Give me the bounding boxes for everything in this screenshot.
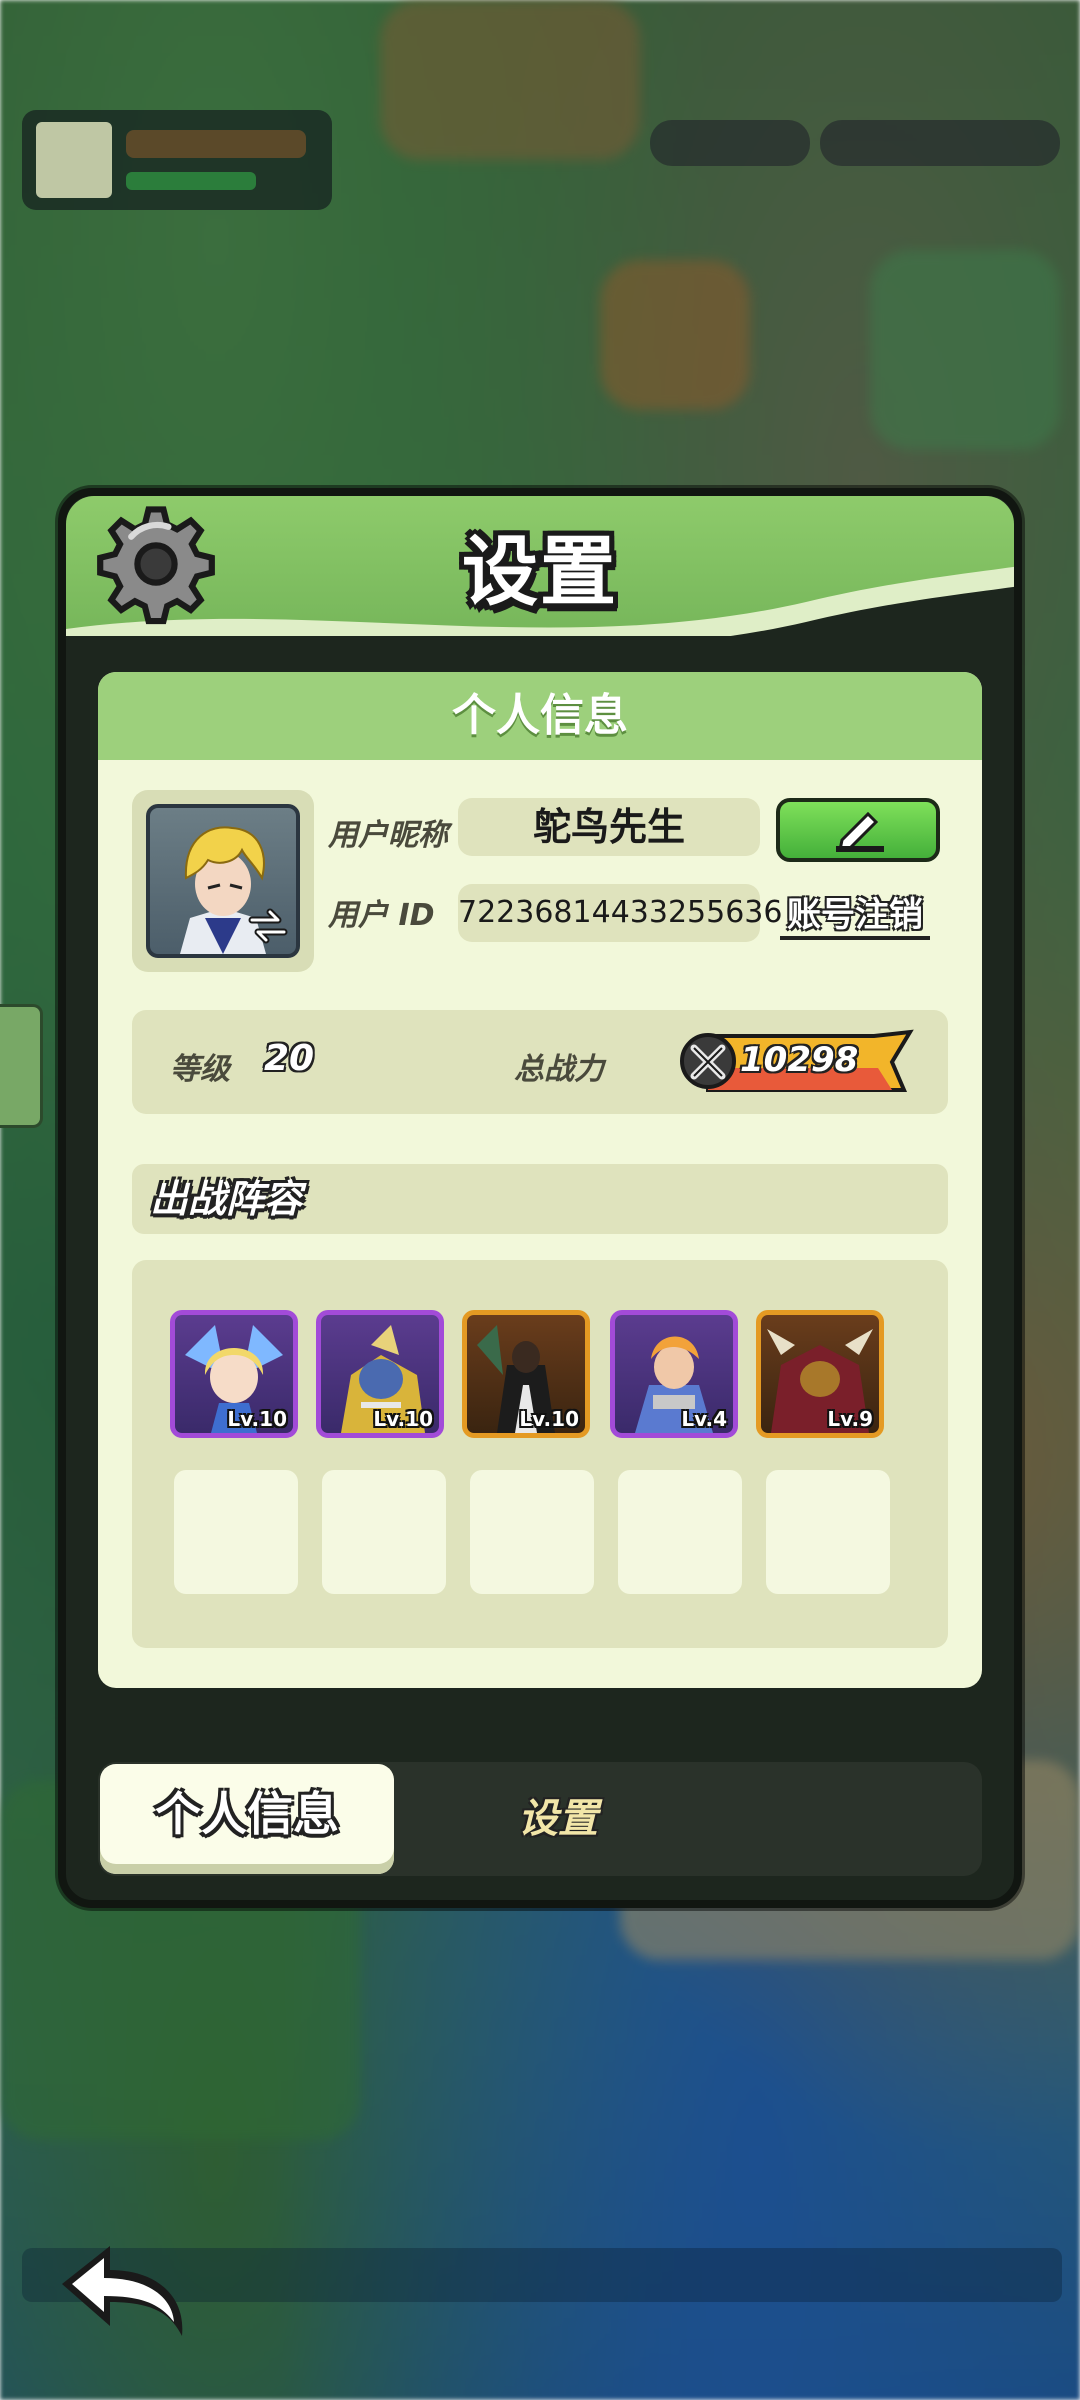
tab-personal-info[interactable]: 个人信息 <box>100 1764 394 1874</box>
hero-level: Lv.10 <box>519 1407 579 1431</box>
hud-name <box>126 130 306 158</box>
hud-exp-bar <box>126 172 256 190</box>
power-label: 总战力 <box>514 1052 604 1087</box>
map-building <box>380 0 640 160</box>
level-value: 20 <box>264 1038 315 1079</box>
hero-slot-4[interactable]: Lv.4 <box>610 1310 738 1438</box>
hud-avatar <box>36 122 112 198</box>
hero-level: Lv.10 <box>227 1407 287 1431</box>
empty-slot[interactable] <box>618 1470 742 1594</box>
hero-level: Lv.10 <box>373 1407 433 1431</box>
stats-row: 等级 20 总战力 10298 <box>132 1010 948 1114</box>
level-label: 等级 <box>170 1052 230 1087</box>
avatar-frame[interactable] <box>132 790 314 972</box>
empty-slot[interactable] <box>766 1470 890 1594</box>
panel-tab-bar: 个人信息 设置 <box>98 1762 982 1876</box>
hero-level: Lv.4 <box>681 1407 727 1431</box>
nickname-value: 鸵鸟先生 <box>458 798 760 856</box>
hud-gem-counter <box>650 120 810 166</box>
hero-slot-5[interactable]: Lv.9 <box>756 1310 884 1438</box>
settings-panel: 设置 个人信息 用户昵称 鸵鸟先生 用户 ID 7223681443325563… <box>58 488 1022 1908</box>
lineup-title: 出战阵容 <box>150 1177 303 1221</box>
empty-slot[interactable] <box>322 1470 446 1594</box>
hero-slot-1[interactable]: Lv.10 <box>170 1310 298 1438</box>
back-arrow-icon[interactable] <box>54 2236 194 2346</box>
personal-info-card: 个人信息 用户昵称 鸵鸟先生 用户 ID 72236814433255636 账… <box>98 672 982 1688</box>
power-value: 10298 <box>740 1040 859 1080</box>
avatar[interactable] <box>146 804 300 958</box>
pencil-icon <box>836 811 884 852</box>
hero-slot-2[interactable]: Lv.10 <box>316 1310 444 1438</box>
delete-account-link[interactable]: 账号注销 <box>780 894 930 940</box>
map-building <box>600 260 750 410</box>
tab-settings[interactable]: 设置 <box>458 1762 658 1876</box>
hero-slot-3[interactable]: Lv.10 <box>462 1310 590 1438</box>
user-id-value: 72236814433255636 <box>458 884 782 942</box>
nickname-label: 用户昵称 <box>328 818 448 853</box>
swap-avatar-icon[interactable] <box>246 904 290 948</box>
hero-level: Lv.9 <box>827 1407 873 1431</box>
empty-slot[interactable] <box>174 1470 298 1594</box>
player-hud[interactable] <box>22 110 332 210</box>
user-id-label: 用户 ID <box>328 898 435 933</box>
edit-nickname-button[interactable] <box>776 798 940 862</box>
section-title: 个人信息 <box>98 672 982 760</box>
power-badge: 10298 <box>678 1028 914 1094</box>
panel-header: 设置 <box>66 496 1014 636</box>
panel-title: 设置 <box>462 527 618 616</box>
hud-gold-counter <box>820 120 1060 166</box>
empty-slot[interactable] <box>470 1470 594 1594</box>
lineup-grid: Lv.10 Lv.10 Lv.10 Lv.4 Lv.9 <box>132 1260 948 1648</box>
lineup-header: 出战阵容 <box>132 1164 948 1234</box>
side-menu-tab[interactable] <box>0 1004 43 1128</box>
minimap <box>870 250 1060 450</box>
